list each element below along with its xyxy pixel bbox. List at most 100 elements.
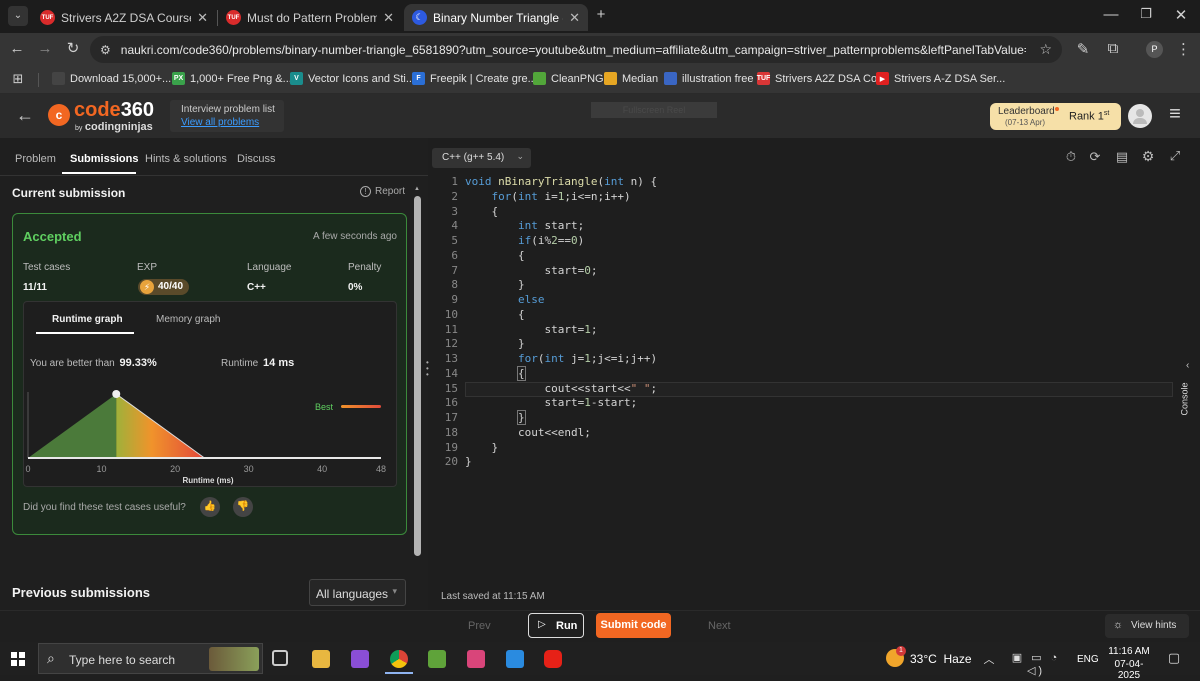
plus-icon[interactable]: + (592, 6, 610, 23)
close-window-icon[interactable]: ✕ (1172, 6, 1190, 24)
view-all-problems-link[interactable]: View all problems (181, 117, 259, 128)
user-avatar[interactable] (1128, 104, 1152, 128)
logo-code: code (74, 99, 121, 121)
vscode-icon[interactable] (506, 650, 524, 668)
reload-icon[interactable]: ↻ (64, 39, 82, 57)
line-number: 17 (444, 411, 458, 424)
bookmark-item[interactable]: CleanPNG (533, 72, 604, 85)
language-filter-select[interactable]: All languages ▾ (309, 579, 406, 606)
restore-icon[interactable]: ❐ (1137, 6, 1155, 22)
close-icon[interactable]: ✕ (383, 10, 394, 26)
prev-button[interactable]: Prev (468, 620, 491, 632)
clock[interactable]: 11:16 AM 07-04-2025 (1106, 646, 1152, 681)
more-vertical-icon[interactable]: ⋮ (1176, 40, 1191, 58)
line-number: 19 (444, 440, 458, 454)
report-button[interactable]: ! Report (360, 186, 405, 197)
thumbs-down-button[interactable]: 👎 (233, 497, 253, 517)
bookmark-item[interactable]: V Vector Icons and Sti... (290, 72, 415, 85)
address-bar[interactable]: ⚙ naukri.com/code360/problems/binary-num… (90, 36, 1062, 63)
bookmark-item[interactable]: ▶ Strivers A-Z DSA Ser... (876, 72, 1005, 85)
windows-start-icon[interactable] (11, 652, 25, 666)
star-icon[interactable]: ☆ (1039, 41, 1052, 58)
tray-icons[interactable]: ▣ ▭ ◔ ◁) (1000, 651, 1072, 677)
browser-tab-1[interactable]: TUF Must do Pattern Problems befo ✕ (218, 4, 402, 31)
bookmark-item[interactable]: TUF Strivers A2Z DSA Co... (757, 72, 886, 85)
minimize-icon[interactable]: — (1102, 6, 1120, 23)
interview-list-box[interactable]: Interview problem list View all problems (170, 100, 284, 132)
close-icon[interactable]: ✕ (197, 10, 208, 26)
view-hints-button[interactable]: ☼ View hints (1105, 614, 1189, 638)
next-button[interactable]: Next (708, 620, 731, 632)
file-explorer-icon[interactable] (312, 650, 330, 668)
scrollbar-thumb[interactable] (414, 196, 421, 556)
drag-handle-icon[interactable]: • • • (426, 359, 429, 379)
extensions-icon[interactable]: ⧉ (1104, 40, 1122, 57)
bookmark-item[interactable]: Median (604, 72, 658, 85)
tab-submissions[interactable]: Submissions (70, 153, 138, 165)
bookmark-item[interactable]: illustration free (664, 72, 754, 85)
bookmark-label: 1,000+ Free Png &... (190, 72, 292, 85)
thumbs-up-button[interactable]: 👍 (200, 497, 220, 517)
tab-runtime-graph[interactable]: Runtime graph (52, 314, 123, 325)
bookmark-label: Strivers A2Z DSA Co... (775, 72, 887, 85)
tab-discuss[interactable]: Discuss (237, 153, 276, 165)
chevron-up-icon[interactable]: ︿ (983, 651, 995, 667)
submit-code-button[interactable]: Submit code (596, 613, 671, 638)
timer-icon[interactable]: ⏱ (1063, 149, 1079, 165)
visual-studio-icon[interactable] (351, 650, 369, 668)
notifications-icon[interactable]: ▢ (1166, 650, 1182, 666)
tab-hints[interactable]: Hints & solutions (145, 153, 227, 165)
left-tabs: Problem Submissions Hints & solutions Di… (0, 138, 428, 176)
best-label: Best (315, 402, 334, 412)
code-text[interactable]: void nBinaryTriangle(int n) { for(int i=… (465, 175, 657, 470)
line-number: 6 (451, 248, 458, 262)
site-info-icon[interactable]: ⚙ (100, 43, 111, 57)
x-tick-label: 48 (376, 464, 386, 474)
left-scrollbar[interactable]: ▲ (412, 186, 422, 606)
snipping-tool-icon[interactable] (467, 650, 485, 668)
run-label: Run (556, 620, 578, 632)
paint-app-icon[interactable] (428, 650, 446, 668)
runtime-tab-underline (36, 332, 134, 334)
close-icon[interactable]: ✕ (569, 10, 580, 26)
run-button[interactable]: ▷ Run (528, 613, 584, 638)
bookmark-item[interactable]: F Freepik | Create gre... (412, 72, 537, 85)
reset-icon[interactable]: ⟳ (1087, 149, 1103, 165)
layout-icon[interactable]: ▤ (1114, 149, 1130, 165)
weather-widget[interactable]: 1 33°C Haze (884, 646, 974, 670)
back-arrow-icon[interactable]: ← (14, 105, 36, 126)
pen-icon[interactable]: ✎ (1074, 40, 1092, 58)
tab-memory-graph[interactable]: Memory graph (156, 314, 220, 325)
bookmark-favicon-icon (52, 72, 65, 85)
bookmark-item[interactable]: Download 15,000+... (52, 72, 171, 85)
youtube-icon[interactable] (544, 650, 562, 668)
code360-logo[interactable]: c code360 by codingninjas (48, 99, 156, 133)
input-language[interactable]: ENG (1077, 654, 1099, 665)
bookmark-item[interactable]: PX 1,000+ Free Png &... (172, 72, 292, 85)
chrome-icon[interactable] (390, 650, 408, 668)
settings-gear-icon[interactable]: ⚙ (1140, 148, 1156, 165)
leaderboard-dates: (07-13 Apr) (1005, 118, 1046, 127)
language-select[interactable]: C++ (g++ 5.4) ⌄ (432, 148, 531, 168)
tab-problem[interactable]: Problem (15, 153, 56, 165)
apps-grid-icon[interactable]: ⊞ (10, 71, 26, 87)
bookmark-favicon-icon: ▶ (876, 72, 889, 85)
tab-search-icon[interactable]: ⌄ (8, 6, 28, 26)
browser-tab-2[interactable]: ☾ Binary Number Triangle - Nauk ✕ (404, 4, 588, 31)
x-tick-label: 30 (244, 464, 254, 474)
browser-toolbar: ← → ↻ ⚙ naukri.com/code360/problems/bina… (0, 33, 1200, 66)
forward-arrow-icon[interactable]: → (36, 40, 54, 57)
browser-tab-0[interactable]: TUF Strivers A2Z DSA Course/Sheet ✕ (32, 4, 216, 31)
profile-avatar[interactable]: P (1146, 41, 1163, 58)
console-toggle[interactable]: ‹ Console (1180, 358, 1200, 428)
fullscreen-icon[interactable]: ⤢ (1167, 148, 1183, 164)
test-cases-label: Test cases (23, 262, 71, 273)
back-arrow-icon[interactable]: ← (8, 40, 26, 57)
taskbar-search-box[interactable]: ⌕ Type here to search (38, 643, 263, 674)
test-cases-value: 11/11 (23, 282, 47, 293)
leaderboard-pill[interactable]: Leaderboard (07-13 Apr) Rank 1st (990, 103, 1121, 130)
hamburger-menu-icon[interactable]: ≡ (1164, 103, 1186, 126)
line-number: 10 (444, 307, 458, 321)
task-view-icon[interactable] (272, 650, 288, 666)
status-accepted: Accepted (23, 229, 82, 244)
